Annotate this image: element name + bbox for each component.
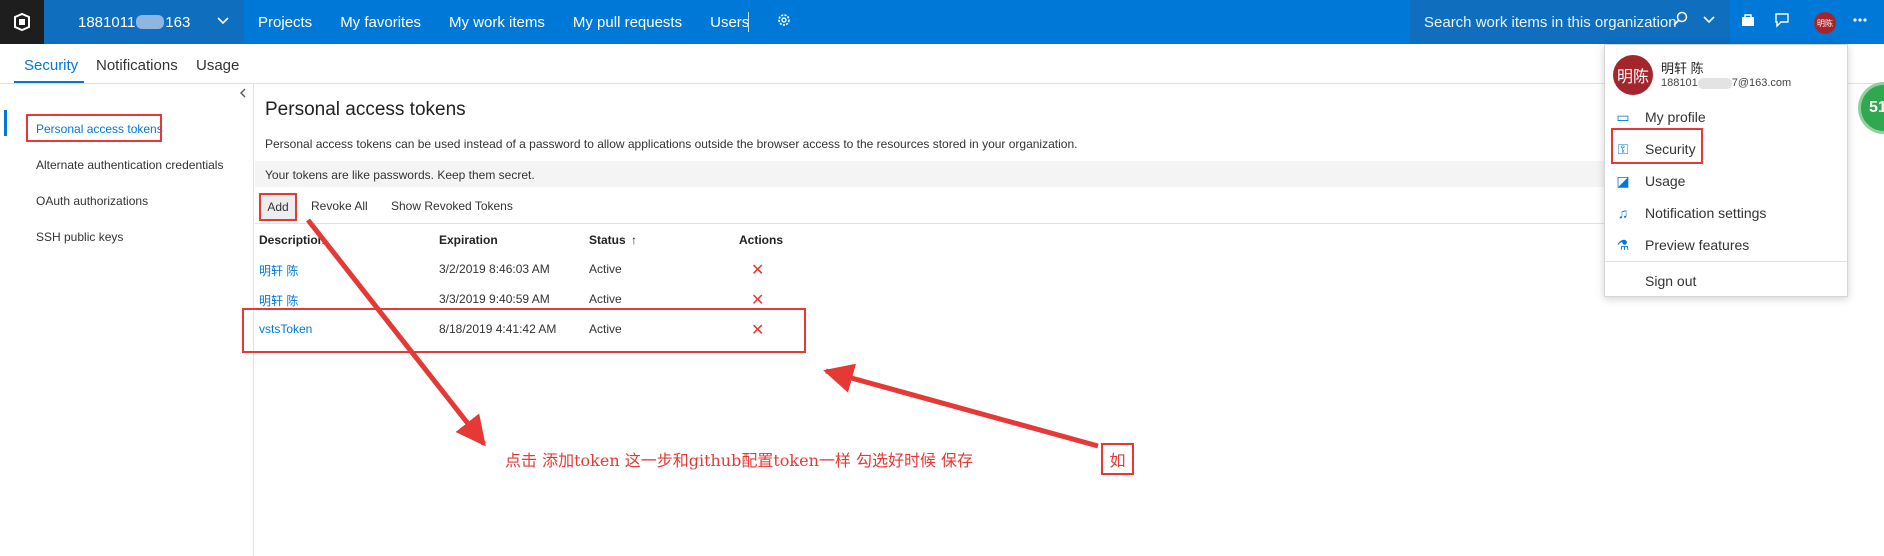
revoke-token-close-icon[interactable]: ✕: [751, 290, 764, 310]
redacted-blur: [1697, 77, 1732, 89]
menu-item-label: My profile: [1645, 109, 1706, 125]
email-suffix: 7@163.com: [1731, 77, 1792, 89]
token-description[interactable]: 明轩 陈: [259, 262, 298, 279]
menu-item-label: Sign out: [1645, 273, 1697, 289]
menu-item-my-profile[interactable]: ▭ My profile: [1613, 103, 1841, 131]
tab-notifications[interactable]: Notifications: [96, 57, 178, 74]
beaker-icon: ⚗: [1616, 236, 1630, 253]
search-input[interactable]: Search work items in this organization: [1410, 0, 1730, 44]
nav-my-favorites[interactable]: My favorites: [340, 14, 421, 31]
warning-banner: Your tokens are like passwords. Keep the…: [255, 161, 1605, 187]
sidebar-item-oauth-authorizations[interactable]: OAuth authorizations: [36, 194, 148, 208]
email-prefix: 188101: [1661, 77, 1698, 89]
menu-item-notification-settings[interactable]: ♫ Notification settings: [1613, 199, 1841, 227]
chevron-down-icon: [216, 13, 230, 30]
nav-my-pull-requests[interactable]: My pull requests: [573, 14, 682, 31]
annotation-highlight-box: [1611, 128, 1703, 164]
token-status: Active: [589, 292, 622, 306]
nav-projects[interactable]: Projects: [258, 14, 312, 31]
token-description[interactable]: 明轩 陈: [259, 292, 298, 309]
page-description: Personal access tokens can be used inste…: [265, 137, 1078, 151]
annotation-highlight-row: [242, 308, 806, 353]
redacted-blur: [136, 15, 165, 29]
revoke-token-close-icon[interactable]: ✕: [751, 260, 764, 280]
annotation-note: 点击 添加token 这一步和github配置token一样 勾选好时候 保存: [505, 451, 974, 470]
annotation-highlight-box: [26, 114, 162, 142]
contact-card-icon: ▭: [1616, 108, 1630, 125]
organization-selector[interactable]: 1881011 163: [44, 0, 244, 44]
token-expiration: 3/3/2019 9:40:59 AM: [439, 292, 550, 306]
warning-text: Your tokens are like passwords. Keep the…: [265, 168, 535, 182]
nav-divider: [748, 12, 749, 32]
search-chevron-down-icon[interactable]: [1702, 12, 1716, 29]
annotation-boxed-char: 如: [1101, 443, 1134, 475]
show-revoked-tokens-button[interactable]: Show Revoked Tokens: [391, 199, 513, 213]
notification-count-badge[interactable]: 51: [1858, 82, 1884, 134]
sidebar-item-alternate-credentials[interactable]: Alternate authentication credentials: [36, 158, 223, 172]
nav-my-work-items[interactable]: My work items: [449, 14, 545, 31]
sort-ascending-icon: ↑: [631, 233, 637, 247]
column-header-actions: Actions: [739, 233, 784, 247]
page-title: Personal access tokens: [265, 99, 466, 120]
column-header-status[interactable]: Status: [589, 233, 626, 247]
top-navigation-bar: 1881011 163 Projects My favorites My work…: [0, 0, 1884, 44]
token-status: Active: [589, 262, 622, 276]
feedback-icon[interactable]: [1774, 12, 1790, 33]
tab-security[interactable]: Security: [24, 57, 78, 74]
menu-user-email: 188101 7@163.com: [1661, 77, 1791, 89]
add-button[interactable]: Add: [259, 193, 297, 221]
avatar[interactable]: 明陈: [1814, 12, 1836, 34]
account-suffix: 163: [165, 13, 191, 31]
gear-icon[interactable]: [776, 12, 792, 33]
account-prefix: 1881011: [78, 13, 136, 31]
active-tab-indicator: [14, 81, 84, 83]
menu-item-label: Preview features: [1645, 237, 1750, 253]
menu-item-label: Notification settings: [1645, 205, 1767, 221]
collapse-sidebar-icon[interactable]: [238, 86, 248, 101]
menu-item-sign-out[interactable]: Sign out: [1613, 267, 1841, 295]
bell-icon: ♫: [1617, 205, 1629, 221]
nav-users[interactable]: Users: [710, 14, 749, 31]
usage-icon: ◪: [1616, 172, 1630, 189]
annotation-arrow: [823, 363, 1099, 449]
column-header-description[interactable]: Description: [259, 233, 325, 247]
menu-item-usage[interactable]: ◪ Usage: [1613, 167, 1841, 195]
more-icon[interactable]: [1852, 11, 1868, 32]
tab-usage[interactable]: Usage: [196, 57, 239, 74]
settings-tabs: Security Notifications Usage: [0, 44, 1884, 84]
column-header-expiration[interactable]: Expiration: [439, 233, 498, 247]
profile-menu: 明陈 明轩 陈 188101 7@163.com ▭ My profile ⚿ S…: [1604, 44, 1848, 297]
sidebar-item-ssh-public-keys[interactable]: SSH public keys: [36, 230, 123, 244]
selected-indicator: [4, 110, 7, 136]
menu-divider: [1605, 261, 1847, 262]
azure-devops-logo-icon[interactable]: [0, 0, 44, 44]
menu-user-name: 明轩 陈: [1661, 61, 1704, 76]
menu-item-preview-features[interactable]: ⚗ Preview features: [1613, 231, 1841, 259]
search-icon[interactable]: [1672, 11, 1688, 32]
menu-item-label: Usage: [1645, 173, 1686, 189]
menu-avatar: 明陈: [1613, 55, 1653, 95]
revoke-all-button[interactable]: Revoke All: [311, 199, 368, 213]
shopping-bag-icon[interactable]: [1740, 12, 1756, 33]
top-nav-links: Projects My favorites My work items My p…: [258, 0, 777, 44]
sidebar: [0, 84, 254, 556]
search-placeholder: Search work items in this organization: [1424, 13, 1677, 31]
tokens-toolbar: Add Revoke All Show Revoked Tokens: [255, 190, 1605, 224]
token-expiration: 3/2/2019 8:46:03 AM: [439, 262, 550, 276]
